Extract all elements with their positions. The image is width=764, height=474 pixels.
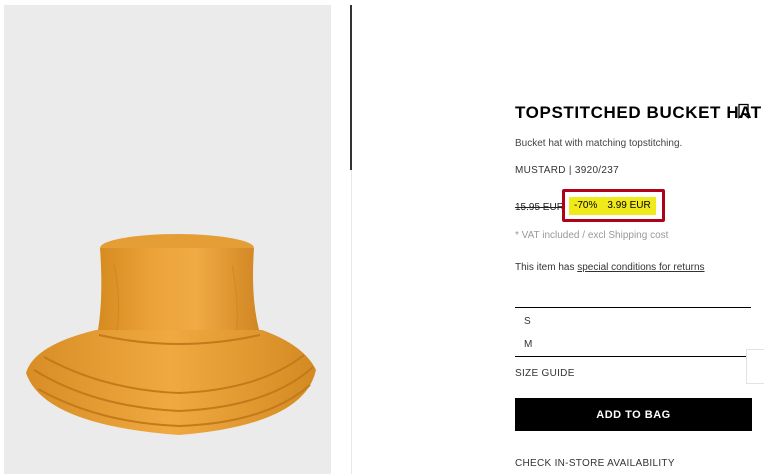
product-title: TOPSTITCHED BUCKET HAT: [515, 103, 762, 122]
sale-price-badge: -70% 3.99 EUR: [569, 197, 656, 215]
bookmark-icon[interactable]: [737, 103, 750, 119]
size-list-bottom-border: [515, 356, 751, 357]
product-reference: MUSTARD | 3920/237: [515, 165, 619, 176]
size-guide-link[interactable]: SIZE GUIDE: [515, 368, 575, 379]
add-to-bag-button[interactable]: ADD TO BAG: [515, 398, 752, 431]
panel-divider: [350, 5, 352, 170]
check-in-store-availability-link[interactable]: CHECK IN-STORE AVAILABILITY: [515, 458, 675, 469]
size-option-m[interactable]: M: [524, 339, 532, 350]
size-option-s[interactable]: S: [524, 316, 531, 327]
sale-price-highlight: -70% 3.99 EUR: [562, 189, 665, 222]
product-description: Bucket hat with matching topstitching.: [515, 138, 683, 149]
sale-price: 3.99 EUR: [607, 200, 651, 211]
old-price: 15.95 EUR: [515, 202, 564, 213]
discount-label: -70%: [574, 200, 598, 211]
return-conditions-text: This item has: [515, 262, 578, 273]
return-conditions: This item has special conditions for ret…: [515, 262, 705, 273]
special-conditions-link[interactable]: special conditions for returns: [577, 262, 704, 273]
panel-divider-light: [351, 170, 352, 474]
bucket-hat-image: [26, 234, 316, 435]
product-image[interactable]: [4, 5, 331, 474]
size-list-top-border: [515, 307, 751, 308]
side-tab[interactable]: [746, 349, 764, 384]
vat-note: * VAT included / excl Shipping cost: [515, 230, 669, 241]
